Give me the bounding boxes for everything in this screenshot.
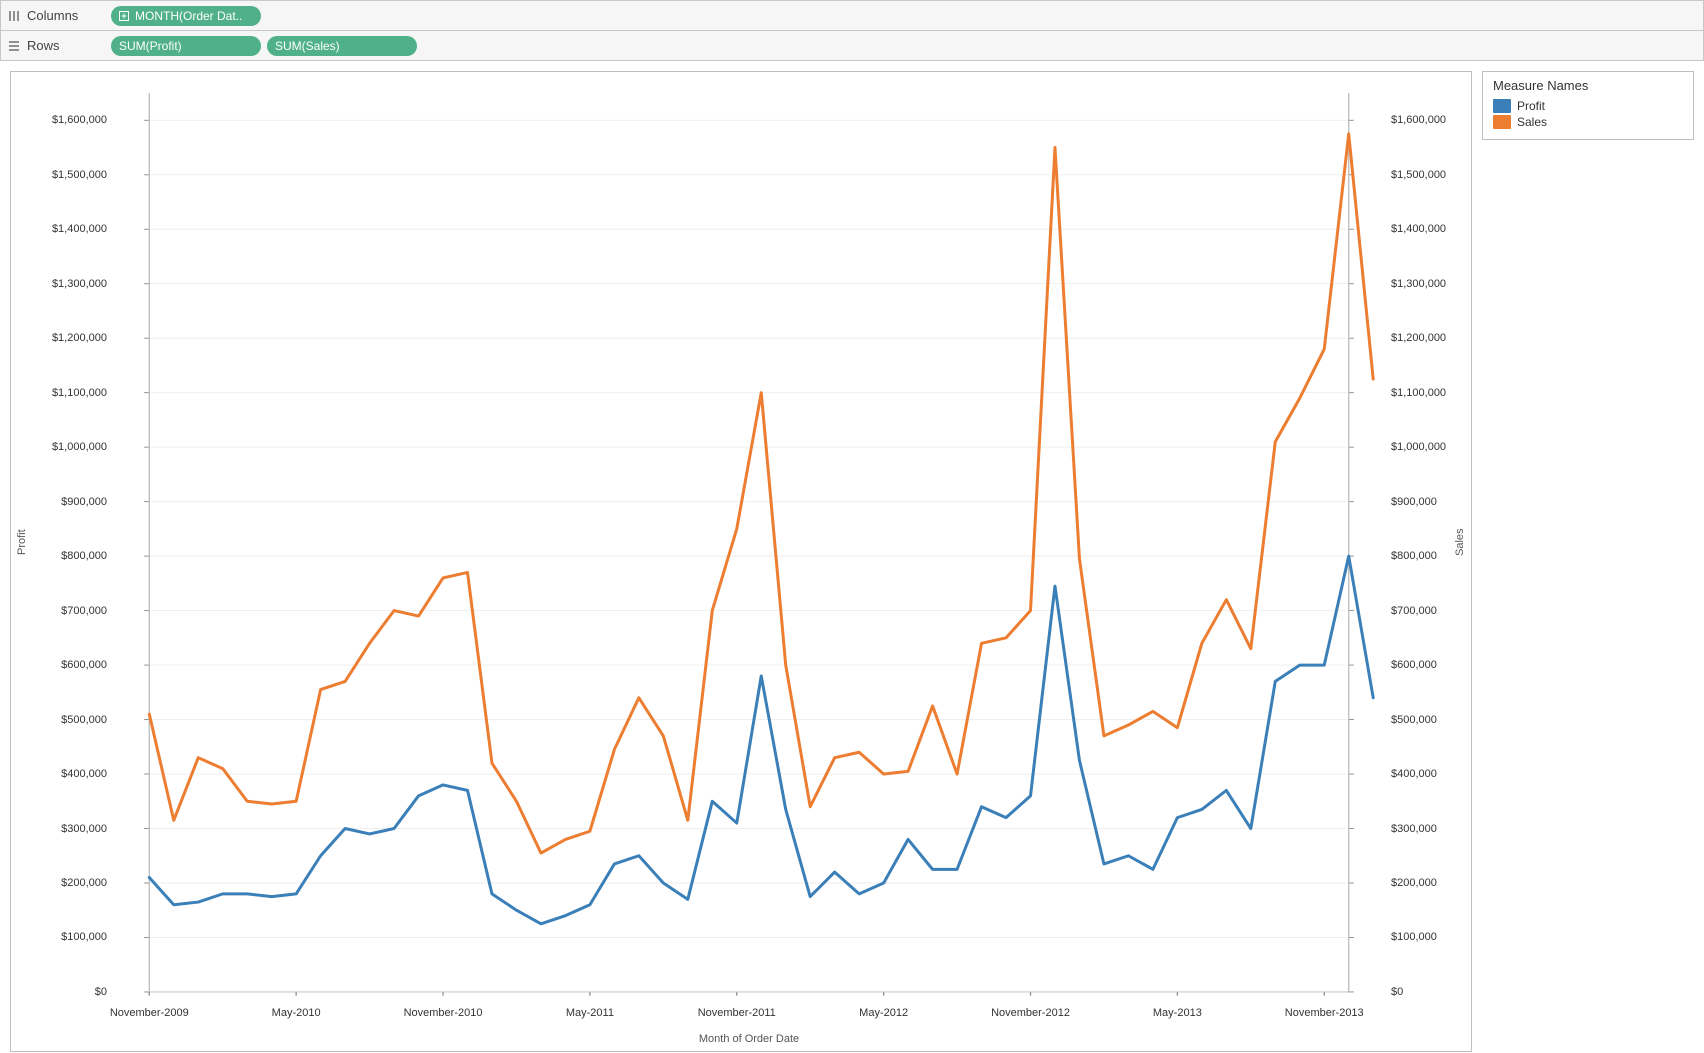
- chart-frame[interactable]: Profit $0 $100,000 $200,000 $300,000 $400,00…: [10, 71, 1472, 1052]
- y-tick-label: $300,000: [1391, 823, 1437, 835]
- y-tick-label: $1,200,000: [52, 332, 107, 344]
- y-tick-label: $1,500,000: [1391, 169, 1446, 181]
- y-tick-label: $200,000: [1391, 877, 1437, 889]
- y-tick-label: $300,000: [61, 823, 107, 835]
- x-tick-label: November-2011: [698, 1007, 776, 1019]
- x-axis-ticks: November-2009 May-2010 November-2010 May-20…: [111, 1003, 1387, 1033]
- y-tick-label: $900,000: [1391, 496, 1437, 508]
- y-tick-label: $1,300,000: [52, 278, 107, 290]
- y-tick-label: $1,400,000: [1391, 223, 1446, 235]
- y-tick-label: $700,000: [61, 605, 107, 617]
- y-tick-label: $1,200,000: [1391, 332, 1446, 344]
- pill-label: MONTH(Order Dat..: [135, 9, 242, 23]
- columns-icon: [7, 9, 21, 23]
- pill-sum-sales[interactable]: SUM(Sales): [267, 36, 417, 56]
- pill-label: SUM(Sales): [275, 39, 340, 53]
- legend-panel[interactable]: Measure Names Profit Sales: [1482, 71, 1694, 140]
- x-tick-label: May-2013: [1153, 1007, 1202, 1019]
- y-axis-left-ticks: $0 $100,000 $200,000 $300,000 $400,000 $500,0…: [33, 82, 111, 1003]
- x-tick-label: May-2012: [859, 1007, 908, 1019]
- x-tick-label: November-2013: [1285, 1007, 1364, 1019]
- x-tick-label: November-2009: [110, 1007, 189, 1019]
- rows-shelf-label: Rows: [7, 38, 111, 53]
- pill-month-order-date[interactable]: MONTH(Order Dat..: [111, 6, 261, 26]
- chart-plot-area[interactable]: [111, 82, 1387, 1003]
- y-tick-label: $900,000: [61, 496, 107, 508]
- y-axis-right-title: Sales: [1449, 82, 1471, 1003]
- main-area: Profit $0 $100,000 $200,000 $300,000 $400,00…: [0, 61, 1704, 1052]
- x-tick-label: May-2011: [566, 1007, 614, 1019]
- y-tick-label: $500,000: [1391, 714, 1437, 726]
- y-tick-label: $400,000: [1391, 768, 1437, 780]
- x-tick-label: November-2010: [404, 1007, 483, 1019]
- y-tick-label: $1,100,000: [52, 387, 107, 399]
- plus-box-icon: [119, 11, 129, 21]
- y-tick-label: $800,000: [1391, 550, 1437, 562]
- y-axis-left-title: Profit: [11, 82, 33, 1003]
- x-axis-title: Month of Order Date: [111, 1033, 1387, 1051]
- y-axis-right-ticks: $0 $100,000 $200,000 $300,000 $400,000 $500,0…: [1387, 82, 1449, 1003]
- legend-item-profit[interactable]: Profit: [1493, 99, 1683, 113]
- y-tick-label: $0: [1391, 986, 1403, 998]
- legend-item-sales[interactable]: Sales: [1493, 115, 1683, 129]
- x-tick-label: May-2010: [272, 1007, 321, 1019]
- columns-shelf-label: Columns: [7, 8, 111, 23]
- y-tick-label: $700,000: [1391, 605, 1437, 617]
- y-tick-label: $1,400,000: [52, 223, 107, 235]
- y-tick-label: $400,000: [61, 768, 107, 780]
- y-tick-label: $600,000: [61, 659, 107, 671]
- y-tick-label: $200,000: [61, 877, 107, 889]
- y-tick-label: $1,100,000: [1391, 387, 1446, 399]
- pill-sum-profit[interactable]: SUM(Profit): [111, 36, 261, 56]
- pill-label: SUM(Profit): [119, 39, 182, 53]
- y-tick-label: $600,000: [1391, 659, 1437, 671]
- y-tick-label: $1,300,000: [1391, 278, 1446, 290]
- legend-label: Sales: [1517, 115, 1547, 129]
- y-tick-label: $1,500,000: [52, 169, 107, 181]
- y-tick-label: $1,000,000: [1391, 441, 1446, 453]
- legend-label: Profit: [1517, 99, 1545, 113]
- shelves: Columns MONTH(Order Dat.. Rows SUM(Profi…: [0, 0, 1704, 61]
- rows-icon: [7, 39, 21, 53]
- y-tick-label: $100,000: [1391, 931, 1437, 943]
- shelf-label: Columns: [27, 8, 78, 23]
- rows-shelf[interactable]: Rows SUM(Profit) SUM(Sales): [1, 31, 1703, 61]
- legend-title: Measure Names: [1493, 78, 1683, 93]
- y-tick-label: $1,000,000: [52, 441, 107, 453]
- y-tick-label: $500,000: [61, 714, 107, 726]
- y-tick-label: $0: [95, 986, 107, 998]
- legend-swatch-sales: [1493, 115, 1511, 129]
- y-tick-label: $1,600,000: [1391, 114, 1446, 126]
- y-tick-label: $800,000: [61, 550, 107, 562]
- columns-shelf[interactable]: Columns MONTH(Order Dat..: [1, 1, 1703, 31]
- legend-swatch-profit: [1493, 99, 1511, 113]
- y-tick-label: $1,600,000: [52, 114, 107, 126]
- shelf-label: Rows: [27, 38, 60, 53]
- y-tick-label: $100,000: [61, 931, 107, 943]
- x-tick-label: November-2012: [991, 1007, 1070, 1019]
